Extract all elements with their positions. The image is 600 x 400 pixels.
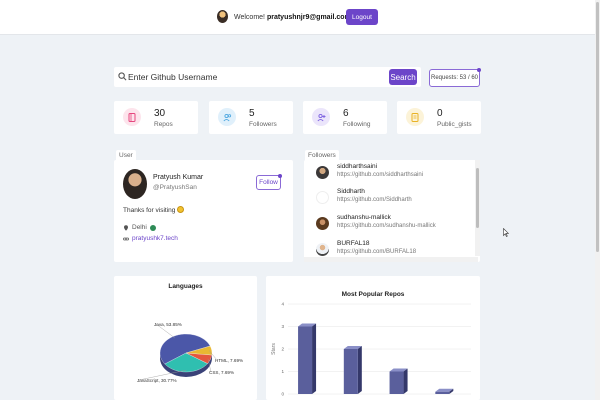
follower-name: Siddharth xyxy=(337,188,365,195)
y-tick-label: 1 xyxy=(281,369,284,374)
follower-url[interactable]: https://github.com/BURFAL18 xyxy=(337,249,416,255)
user-location-text: Delhi xyxy=(132,224,147,231)
follower-name: BURFAL18 xyxy=(337,240,370,247)
navbar: Welcome! pratyushnjr9@gmail.com Logout xyxy=(0,0,600,35)
pie-label: CSS, 7.69% xyxy=(209,370,234,375)
languages-chart-panel: Languages Java, 53.85% JavaScript, 30.77%… xyxy=(114,276,257,400)
stat-value: 0 xyxy=(437,108,443,119)
avatar xyxy=(217,10,228,23)
user-handle: @PratyushSan xyxy=(153,184,197,191)
user-website-link[interactable]: pratyushk7.tech xyxy=(132,235,178,242)
code-icon xyxy=(406,108,424,126)
avatar xyxy=(316,191,329,204)
stat-card-gists: 0 Public_gists xyxy=(397,101,481,134)
follower-url[interactable]: https://github.com/sudhanshu-mallick xyxy=(337,223,436,229)
user-avatar xyxy=(123,169,147,199)
bar-side xyxy=(403,368,408,394)
bar-front xyxy=(343,349,358,394)
followers-hscrollbar[interactable] xyxy=(304,257,478,262)
y-tick-label: 2 xyxy=(281,347,284,352)
avatar xyxy=(316,217,329,230)
welcome-text: Welcome! pratyushnjr9@gmail.com xyxy=(234,13,360,21)
smile-emoji-icon xyxy=(177,206,185,213)
user-bio-text: Thanks for visiting xyxy=(123,207,176,214)
user-name: Pratyush Kumar xyxy=(153,174,204,181)
stat-label: Repos xyxy=(154,121,173,128)
list-item[interactable]: BURFAL18 https://github.com/BURFAL18 xyxy=(316,239,476,256)
avatar xyxy=(316,166,329,179)
follower-name: sudhanshu-mallick xyxy=(337,214,391,221)
stat-label: Following xyxy=(343,121,371,128)
book-icon xyxy=(123,108,141,126)
stat-card-followers: 5 Followers xyxy=(209,101,293,134)
list-item[interactable]: Siddharth https://github.com/Siddharth xyxy=(316,187,476,209)
search-input[interactable] xyxy=(128,69,388,85)
followers-scrollbar-thumb[interactable] xyxy=(476,168,479,228)
languages-pie-chart: Java, 53.85% JavaScript, 30.77% CSS, 7.69%… xyxy=(137,322,243,383)
user-location: Delhi xyxy=(123,224,156,231)
requests-badge: Requests: 53 / 60 xyxy=(429,68,481,87)
y-tick-label: 3 xyxy=(281,324,284,329)
follower-url[interactable]: https://github.com/Siddharth xyxy=(337,197,412,203)
y-tick-label: 0 xyxy=(281,392,284,397)
stat-card-following: 6 Following xyxy=(303,101,387,134)
users-icon xyxy=(218,108,236,126)
stat-label: Public_gists xyxy=(437,121,472,128)
follower-name: siddharthsaini xyxy=(337,163,378,170)
mouse-cursor-icon xyxy=(503,228,509,237)
logout-button[interactable]: Logout xyxy=(346,9,378,25)
y-tick-label: 4 xyxy=(281,302,284,307)
link-icon xyxy=(123,237,129,240)
user-plus-icon xyxy=(312,108,330,126)
pie-label: Java, 53.85% xyxy=(154,322,182,327)
user-bio: Thanks for visiting xyxy=(123,206,185,214)
welcome-prefix: Welcome! xyxy=(234,14,265,21)
pie-label: HTML, 7.69% xyxy=(215,358,243,363)
bar-front xyxy=(435,391,450,394)
page-scrollbar[interactable] xyxy=(595,0,600,400)
followers-scrollbar[interactable] xyxy=(475,160,480,256)
bar-2[interactable] xyxy=(389,368,408,395)
bar-1[interactable] xyxy=(343,346,362,394)
bar-side xyxy=(312,323,317,394)
followers-list[interactable]: siddharthsaini https://github.com/siddha… xyxy=(304,160,478,256)
map-pin-icon xyxy=(124,224,128,231)
pie-label: JavaScript, 30.77% xyxy=(137,378,177,383)
follow-indicator xyxy=(278,174,282,178)
search-bar: Search xyxy=(114,67,421,87)
follow-button[interactable]: Follow xyxy=(256,174,282,190)
bar-front xyxy=(298,326,313,394)
follower-url[interactable]: https://github.com/siddharthsaini xyxy=(337,172,423,178)
page-scrollbar-thumb[interactable] xyxy=(596,2,599,252)
stat-value: 6 xyxy=(343,108,349,119)
popular-repos-bar-chart: 0 1 2 3 4 Stars xyxy=(271,302,471,397)
bar-front xyxy=(389,371,404,394)
list-item[interactable]: sudhanshu-mallick https://github.com/sud… xyxy=(316,213,476,235)
bar-3[interactable] xyxy=(435,388,454,394)
search-icon xyxy=(118,72,127,81)
stat-value: 5 xyxy=(249,108,255,119)
bar-0[interactable] xyxy=(298,323,317,395)
search-button[interactable]: Search xyxy=(389,69,417,85)
avatar xyxy=(316,243,329,256)
user-website: pratyushk7.tech xyxy=(123,235,178,242)
stat-card-repos: 30 Repos xyxy=(114,101,198,134)
stat-label: Followers xyxy=(249,121,277,128)
repos-chart-panel: Most Popular Repos 01234 Stars xyxy=(266,276,480,400)
requests-indicator xyxy=(477,68,481,72)
followers-panel: siddharthsaini https://github.com/siddha… xyxy=(304,160,480,262)
globe-emoji-icon xyxy=(149,224,156,231)
list-item[interactable]: siddharthsaini https://github.com/siddha… xyxy=(316,162,476,184)
y-axis-label: Stars xyxy=(271,343,277,355)
user-panel: Pratyush Kumar @PratyushSan Follow Thank… xyxy=(114,160,293,262)
follow-label: Follow xyxy=(259,179,278,186)
user-email: pratyushnjr9@gmail.com xyxy=(266,14,351,21)
bar-side xyxy=(357,346,362,394)
requests-label: Requests: 53 / 60 xyxy=(430,75,479,81)
stat-value: 30 xyxy=(154,108,166,119)
